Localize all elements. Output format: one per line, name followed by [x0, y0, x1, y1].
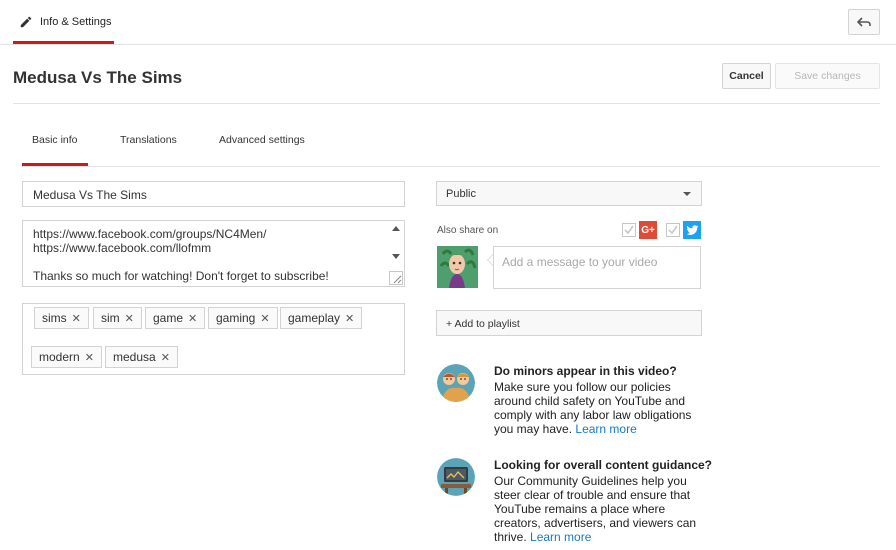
- chevron-down-icon: [683, 192, 691, 196]
- scroll-down-arrow-icon[interactable]: [392, 254, 400, 259]
- remove-tag-icon[interactable]: ✕: [125, 312, 134, 325]
- tab-translations[interactable]: Translations: [120, 134, 177, 146]
- remove-tag-icon[interactable]: ✕: [260, 312, 269, 325]
- description-line: https://www.facebook.com/groups/NC4Men/: [33, 227, 267, 241]
- tab-basic-info[interactable]: Basic info: [32, 134, 78, 146]
- privacy-select[interactable]: Public: [436, 181, 702, 206]
- tag-chip: gaming ✕: [208, 307, 278, 329]
- title-input[interactable]: Medusa Vs The Sims: [22, 181, 405, 207]
- tag-label: gameplay: [288, 311, 341, 325]
- guidance-title: Looking for overall content guidance?: [494, 458, 713, 472]
- description-textarea[interactable]: https://www.facebook.com/groups/NC4Men/ …: [22, 220, 405, 287]
- checkmark-icon: [668, 225, 678, 235]
- pencil-icon: [20, 16, 32, 28]
- tag-chip: gameplay ✕: [280, 307, 363, 329]
- remove-tag-icon[interactable]: ✕: [188, 312, 197, 325]
- active-tab-underline: [13, 41, 114, 44]
- cancel-button[interactable]: Cancel: [722, 63, 771, 89]
- description-line: [33, 255, 380, 269]
- tab-advanced-settings[interactable]: Advanced settings: [219, 134, 305, 146]
- message-bubble-tail-fill: [488, 255, 493, 265]
- privacy-value: Public: [446, 188, 476, 200]
- tag-chip: game ✕: [145, 307, 206, 329]
- tag-chip: sims ✕: [34, 307, 89, 329]
- tag-label: sims: [42, 311, 67, 325]
- guidance-body: Our Community Guidelines help you steer …: [494, 474, 697, 544]
- minors-learn-more-link[interactable]: Learn more: [575, 422, 636, 436]
- tag-chip: modern ✕: [31, 346, 102, 368]
- back-button[interactable]: [848, 9, 880, 35]
- page-title: Medusa Vs The Sims: [13, 68, 183, 87]
- remove-tag-icon[interactable]: ✕: [345, 312, 354, 325]
- share-message-input[interactable]: Add a message to your video: [493, 246, 701, 289]
- divider: [13, 103, 880, 104]
- remove-tag-icon[interactable]: ✕: [161, 351, 170, 364]
- description-line: Thanks so much for watching! Don't forge…: [33, 269, 329, 283]
- divider: [22, 166, 880, 167]
- top-bar: Info & Settings: [0, 0, 896, 45]
- children-icon: [437, 364, 475, 402]
- scroll-up-arrow-icon[interactable]: [392, 226, 400, 231]
- tab-info-settings-label: Info & Settings: [40, 16, 112, 28]
- add-to-playlist-button[interactable]: + Add to playlist: [436, 310, 702, 336]
- minors-text: Make sure you follow our policies around…: [494, 380, 704, 436]
- guidance-text: Our Community Guidelines help you steer …: [494, 474, 704, 544]
- remove-tag-icon[interactable]: ✕: [85, 351, 94, 364]
- minors-title: Do minors appear in this video?: [494, 364, 677, 378]
- tag-chip: sim ✕: [93, 307, 142, 329]
- guidelines-icon: [437, 458, 475, 496]
- tag-label: sim: [101, 311, 120, 325]
- twitter-icon: [683, 221, 701, 239]
- resize-handle-icon[interactable]: [389, 271, 403, 285]
- tab-info-settings[interactable]: Info & Settings: [13, 0, 114, 44]
- tag-label: modern: [39, 350, 80, 364]
- tag-chip: medusa ✕: [105, 346, 178, 368]
- share-twitter-checkbox[interactable]: [666, 223, 680, 237]
- gplus-icon: G+: [639, 221, 657, 239]
- share-gplus-checkbox[interactable]: [622, 223, 636, 237]
- tag-label: game: [153, 311, 184, 325]
- back-arrow-icon: [857, 17, 871, 27]
- save-changes-button[interactable]: Save changes: [775, 63, 880, 89]
- remove-tag-icon[interactable]: ✕: [72, 312, 81, 325]
- guidance-info-card: Looking for overall content guidance? Ou…: [437, 458, 712, 548]
- avatar: [437, 246, 478, 288]
- minors-info-card: Do minors appear in this video? Make sur…: [437, 364, 707, 444]
- guidance-learn-more-link[interactable]: Learn more: [530, 530, 591, 544]
- tag-label: gaming: [216, 311, 256, 325]
- checkmark-icon: [624, 225, 634, 235]
- share-label: Also share on: [437, 225, 499, 236]
- tags-input[interactable]: sims ✕ sim ✕ game ✕ gaming ✕ gameplay ✕ moder…: [22, 303, 405, 375]
- description-line: https://www.facebook.com/llofmm: [33, 241, 212, 255]
- tag-label: medusa: [113, 350, 156, 364]
